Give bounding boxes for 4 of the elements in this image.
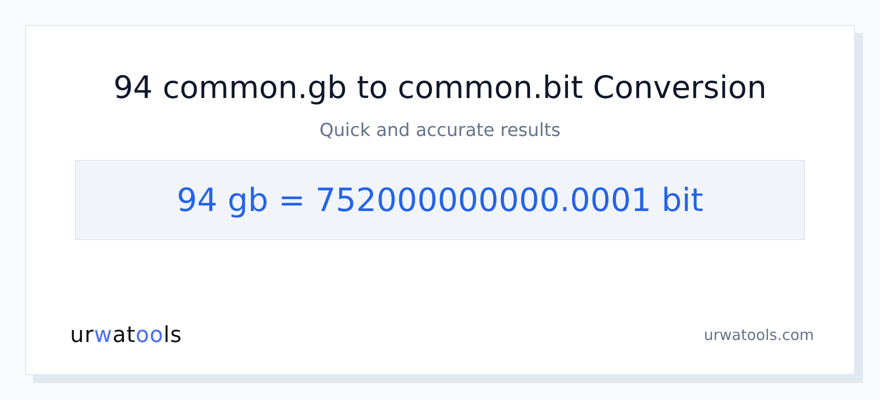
logo: urwatools [70, 322, 182, 350]
subtitle: Quick and accurate results [319, 119, 561, 144]
page-title: 94 common.gb to common.bit Conversion [113, 70, 767, 108]
result-text: 94 gb = 752000000000.0001 bit [75, 160, 805, 240]
